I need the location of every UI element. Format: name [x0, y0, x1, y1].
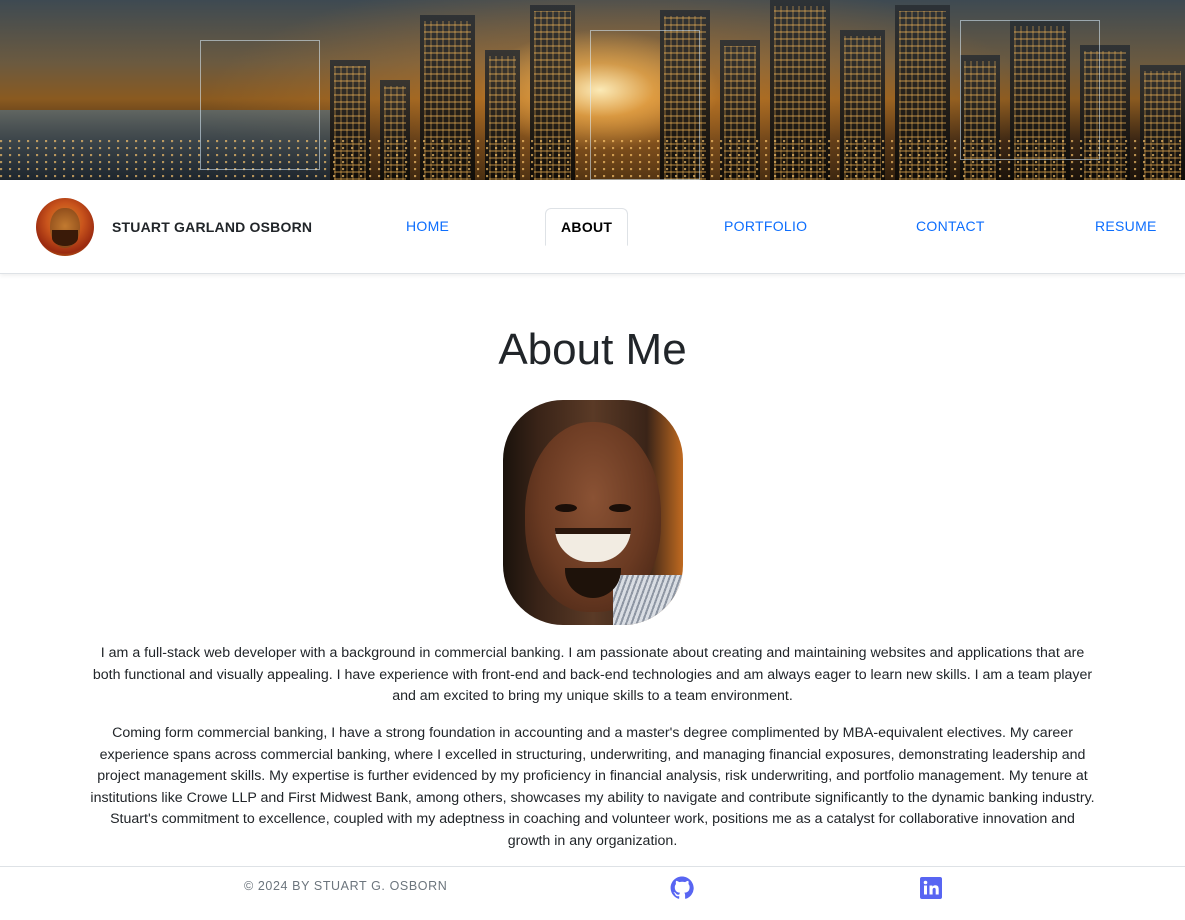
footer: © 2024 BY STUART G. OSBORN	[0, 866, 1185, 920]
nav-link-about[interactable]: ABOUT	[545, 208, 629, 246]
brand-name[interactable]: STUART GARLAND OSBORN	[112, 219, 312, 235]
hero-circuit-line	[200, 40, 320, 170]
avatar[interactable]	[36, 198, 94, 256]
portrait-eye	[555, 504, 577, 512]
nav-link-resume[interactable]: RESUME	[1095, 218, 1157, 234]
page-title: About Me	[498, 325, 687, 374]
nav-link-contact[interactable]: CONTACT	[916, 218, 985, 234]
linkedin-link[interactable]	[919, 876, 943, 900]
top-navbar: STUART GARLAND OSBORN HOME ABOUT PORTFOL…	[0, 180, 1185, 274]
linkedin-icon	[920, 877, 942, 899]
portrait-eye	[609, 504, 631, 512]
github-icon	[670, 876, 694, 899]
hero-circuit-line	[590, 30, 700, 180]
github-link[interactable]	[670, 876, 694, 900]
nav-link-portfolio[interactable]: PORTFOLIO	[724, 218, 807, 234]
portrait-collar	[613, 575, 683, 625]
avatar-beard	[52, 230, 78, 246]
about-paragraph-background: Coming form commercial banking, I have a…	[90, 725, 1095, 849]
profile-portrait	[503, 400, 683, 625]
about-paragraph-intro: I am a full-stack web developer with a b…	[92, 645, 1093, 705]
copyright-text: © 2024 BY STUART G. OSBORN	[244, 879, 448, 893]
hero-circuit-line	[960, 20, 1100, 160]
nav-link-home[interactable]: HOME	[406, 218, 449, 234]
hero-banner-image	[0, 0, 1185, 180]
